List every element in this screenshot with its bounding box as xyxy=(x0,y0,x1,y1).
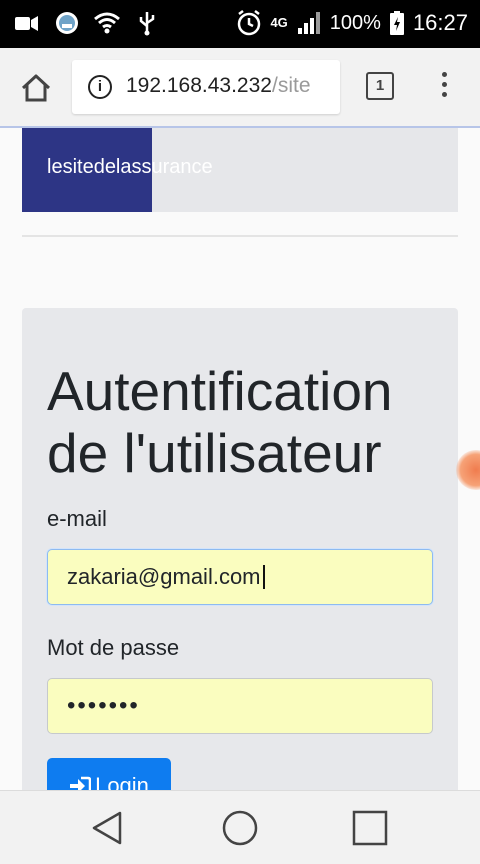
signal-strength-icon xyxy=(297,12,320,34)
site-brand-label: lesitedelassurance xyxy=(47,156,213,178)
usb-icon xyxy=(139,12,155,36)
home-button[interactable] xyxy=(16,70,56,106)
recents-icon[interactable] xyxy=(350,808,390,848)
text-caret xyxy=(262,565,265,589)
info-icon[interactable]: i xyxy=(88,75,112,99)
status-bar: 4G 100% 16:27 xyxy=(0,0,480,48)
password-value: ••••••• xyxy=(67,692,140,719)
sign-in-icon xyxy=(70,776,92,790)
email-value: zakaria@gmail.com xyxy=(67,564,261,589)
login-card: Autentification de l'utilisateur e-mail … xyxy=(22,308,458,790)
login-button-label: Login xyxy=(95,773,149,790)
tab-switcher-button[interactable]: 1 xyxy=(366,72,394,100)
page-divider xyxy=(22,235,458,237)
home-icon xyxy=(21,74,51,102)
login-button[interactable]: Login xyxy=(47,758,171,790)
home-circle-icon[interactable] xyxy=(220,808,260,848)
password-label: Mot de passe xyxy=(47,635,180,660)
url-host: 192.168.43.232 xyxy=(126,74,272,97)
clock-time: 16:27 xyxy=(412,10,468,35)
battery-charging-icon xyxy=(389,11,404,35)
web-page: lesitedelassurance Autentification de l'… xyxy=(0,128,480,790)
battery-percent: 100% xyxy=(329,11,381,34)
video-camera-icon xyxy=(15,16,38,31)
alarm-clock-icon xyxy=(238,10,261,36)
network-type-label: 4G xyxy=(270,15,288,30)
login-title: Autentification de l'utilisateur xyxy=(47,360,393,484)
touch-indicator xyxy=(456,450,480,490)
url-text: 192.168.43.232/site xyxy=(126,74,311,98)
overflow-menu-icon[interactable] xyxy=(440,72,448,102)
email-label: e-mail xyxy=(47,506,107,531)
back-icon[interactable] xyxy=(88,808,128,848)
site-navbar: lesitedelassurance xyxy=(22,128,458,212)
url-path: /site xyxy=(271,74,311,97)
address-bar[interactable]: i 192.168.43.232/site xyxy=(72,60,340,114)
system-navigation-bar xyxy=(0,790,480,864)
password-field[interactable]: ••••••• xyxy=(47,678,433,734)
browser-toolbar: i 192.168.43.232/site 1 xyxy=(0,48,480,128)
app-notification-icon xyxy=(56,12,78,34)
wifi-icon xyxy=(94,12,120,34)
email-field[interactable]: zakaria@gmail.com xyxy=(47,549,433,605)
